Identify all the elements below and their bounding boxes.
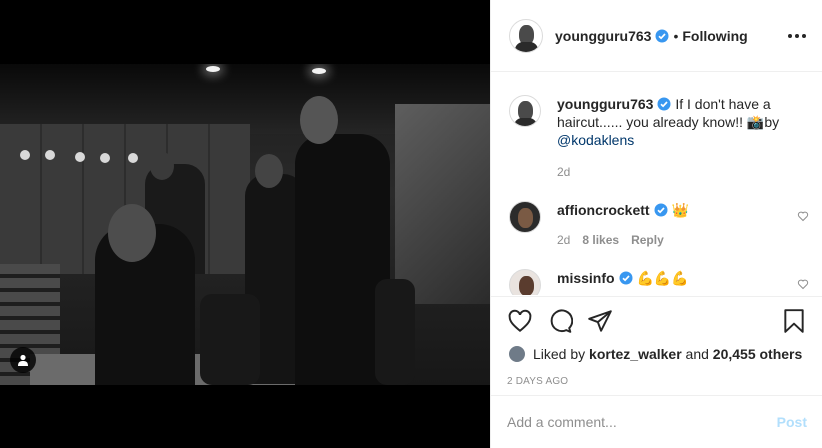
like-heart-icon[interactable]: [507, 308, 533, 334]
commenter-avatar[interactable]: [509, 269, 541, 295]
verified-badge-icon: [654, 203, 668, 217]
comment-time[interactable]: 2d: [557, 231, 570, 249]
comment-text: 👑: [671, 202, 689, 218]
post-timestamp[interactable]: 2 DAYS AGO: [507, 376, 807, 387]
post-sidebar: youngguru763 • Following youngguru763 If…: [490, 0, 822, 448]
commenter-avatar[interactable]: [509, 201, 541, 233]
person-icon: [18, 354, 28, 366]
post-photo[interactable]: [0, 64, 490, 385]
add-comment-bar: Post: [491, 395, 822, 448]
comment-bubble-icon[interactable]: [547, 308, 573, 334]
likes-count[interactable]: 20,455 others: [713, 346, 803, 362]
caption-username[interactable]: youngguru763: [557, 96, 653, 112]
caption-time[interactable]: 2d: [557, 163, 570, 181]
author-username[interactable]: youngguru763: [555, 28, 651, 44]
comment-item: affioncrockett 👑 2d 8 likes Reply: [509, 201, 809, 249]
comment-username[interactable]: missinfo: [557, 270, 615, 286]
like-comment-heart-icon[interactable]: [797, 210, 809, 222]
tagged-users-button[interactable]: [10, 347, 36, 373]
verified-badge-icon: [619, 271, 633, 285]
save-bookmark-icon[interactable]: [781, 308, 807, 334]
separator-dot: •: [673, 27, 679, 44]
verified-badge-icon: [657, 97, 671, 111]
comment-input[interactable]: [507, 414, 777, 430]
post-comment-button[interactable]: Post: [777, 414, 807, 430]
comment-username[interactable]: affioncrockett: [557, 202, 650, 218]
post-media: [0, 0, 490, 448]
comments-list[interactable]: youngguru763 If I don't have a haircut..…: [491, 73, 822, 295]
reply-button[interactable]: Reply: [631, 231, 664, 249]
share-send-icon[interactable]: [587, 308, 613, 334]
caption-avatar[interactable]: [509, 95, 541, 127]
liker-username[interactable]: kortez_walker: [589, 346, 682, 362]
post-actions: Liked by kortez_walker and 20,455 others…: [491, 296, 822, 387]
post-header: youngguru763 • Following: [491, 0, 822, 72]
like-comment-heart-icon[interactable]: [797, 278, 809, 290]
following-button[interactable]: Following: [682, 28, 747, 44]
camera-emoji: 📸: [746, 114, 765, 130]
comment-text: 💪💪💪: [636, 270, 689, 286]
instagram-post-modal: youngguru763 • Following youngguru763 If…: [0, 0, 822, 448]
mention-link[interactable]: @kodaklens: [557, 132, 634, 148]
comment-likes[interactable]: 8 likes: [582, 231, 619, 249]
more-options-button[interactable]: [788, 33, 806, 38]
author-avatar[interactable]: [509, 18, 543, 53]
liker-avatar[interactable]: [507, 344, 527, 364]
caption: youngguru763 If I don't have a haircut..…: [509, 95, 809, 181]
liked-by: Liked by kortez_walker and 20,455 others: [507, 344, 807, 364]
caption-text-by: by: [764, 114, 780, 130]
comment-item: missinfo 💪💪💪: [509, 269, 809, 295]
verified-badge-icon: [655, 29, 669, 42]
